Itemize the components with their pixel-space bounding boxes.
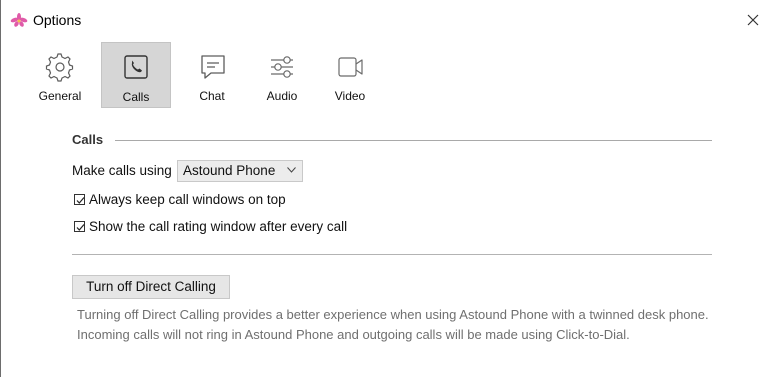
always-on-top-checkbox[interactable]: Always keep call windows on top (74, 192, 286, 207)
close-icon[interactable] (743, 10, 763, 30)
call-rating-checkbox[interactable]: Show the call rating window after every … (74, 219, 347, 234)
tab-video-label: Video (334, 89, 366, 103)
call-rating-label: Show the call rating window after every … (89, 219, 348, 234)
options-window: Options General Calls Chat Audio Video C… (0, 0, 769, 377)
title-bar: Options (1, 0, 769, 40)
tab-chat[interactable]: Chat (187, 42, 237, 108)
tab-chat-label: Chat (199, 89, 225, 103)
tab-general[interactable]: General (37, 42, 83, 108)
tab-audio[interactable]: Audio (257, 42, 307, 108)
gear-icon (45, 53, 74, 82)
tab-audio-label: Audio (266, 89, 298, 103)
calls-section-header: Calls (72, 132, 712, 152)
chat-icon (201, 55, 225, 79)
sliders-icon (271, 56, 293, 78)
tab-calls[interactable]: Calls (101, 42, 171, 108)
chevron-down-icon (287, 167, 296, 173)
window-title: Options (33, 12, 82, 28)
section-divider (115, 140, 712, 141)
tab-general-label: General (38, 89, 82, 103)
phone-icon (124, 55, 148, 79)
video-camera-icon (338, 57, 363, 77)
direct-calling-description: Turning off Direct Calling provides a be… (77, 307, 709, 342)
tab-calls-label: Calls (122, 90, 150, 104)
always-on-top-label: Always keep call windows on top (89, 192, 286, 207)
make-calls-dropdown[interactable]: Astound Phone (177, 160, 303, 182)
make-calls-value: Astound Phone (183, 163, 276, 178)
turn-off-direct-calling-button[interactable]: Turn off Direct Calling (72, 275, 230, 299)
app-logo-icon (10, 13, 28, 27)
section-title: Calls (72, 132, 104, 147)
section-divider (72, 254, 712, 255)
checkbox-checked-icon (74, 194, 85, 205)
checkbox-checked-icon (74, 221, 85, 232)
tab-video[interactable]: Video (325, 42, 375, 108)
make-calls-label: Make calls using (72, 163, 172, 178)
